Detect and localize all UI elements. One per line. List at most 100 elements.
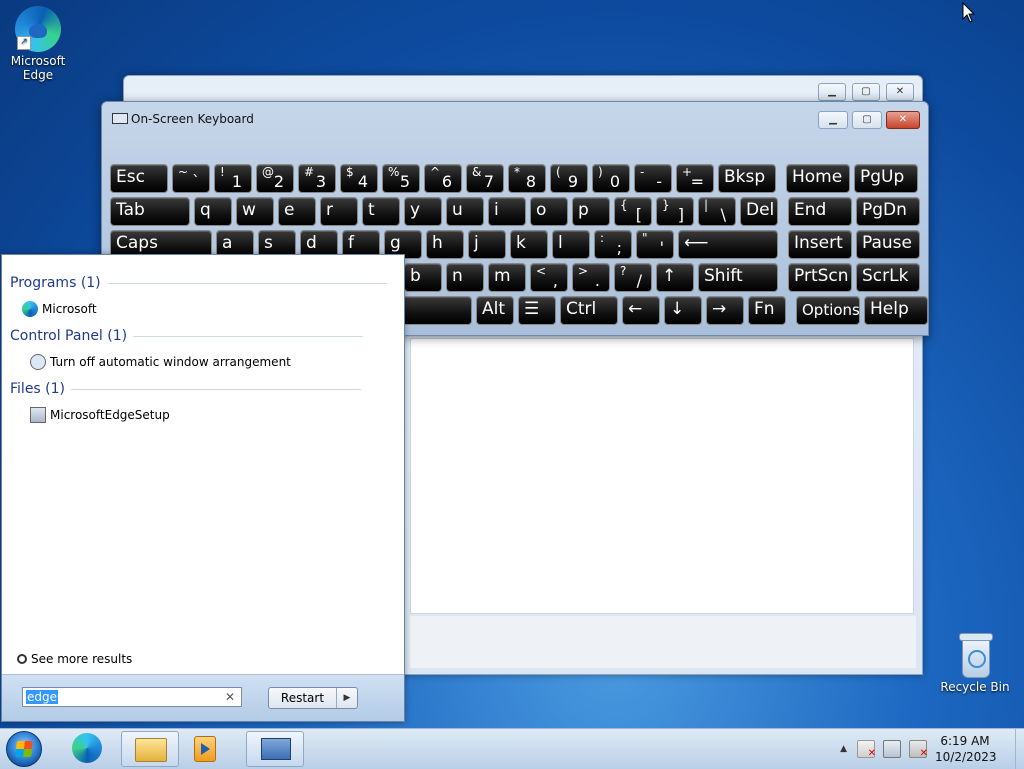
key-symbol[interactable]: :; (594, 230, 632, 259)
key-q[interactable]: q (194, 197, 232, 226)
key-y[interactable]: y (404, 197, 442, 226)
key-symbol[interactable]: {[ (614, 197, 652, 226)
key-end[interactable]: End (788, 197, 852, 226)
key-w[interactable]: w (236, 197, 274, 226)
key-symbol[interactable]: " ' (636, 230, 674, 259)
key-label: - (656, 172, 662, 191)
key-1[interactable]: ! 1 (214, 164, 252, 193)
key-p[interactable]: p (572, 197, 610, 226)
key-pause[interactable]: Pause (856, 230, 920, 259)
close-button[interactable]: ✕ (886, 83, 914, 101)
key-shift-label: # (304, 165, 315, 179)
key-prtscn[interactable]: PrtScn (788, 263, 852, 292)
key-insert[interactable]: Insert (788, 230, 852, 259)
key-u[interactable]: u (446, 197, 484, 226)
key-pgup[interactable]: PgUp (854, 164, 918, 193)
clock[interactable]: 6:19 AM 10/2/2023 (935, 733, 997, 765)
volume-icon[interactable]: ✕ (909, 740, 928, 759)
key-symbol[interactable]: }] (656, 197, 694, 226)
key-b[interactable]: b (404, 263, 442, 292)
network-icon[interactable] (883, 740, 901, 758)
taskbar-edge-icon[interactable] (72, 733, 102, 763)
key-t[interactable]: t (362, 197, 400, 226)
desktop-icon-recycle-bin[interactable]: Recycle Bin (940, 632, 1010, 694)
see-more-results-link[interactable]: See more results (17, 652, 132, 666)
key-k[interactable]: k (510, 230, 548, 259)
key-symbol[interactable]: | \ (698, 197, 736, 226)
key-symbol[interactable]: ↓ (664, 296, 702, 325)
key-6[interactable]: ^ 6 (424, 164, 462, 193)
recycle-bin-icon (958, 632, 993, 678)
key-symbol[interactable]: ☰ (518, 296, 556, 325)
close-button[interactable]: ✕ (886, 111, 920, 129)
key-symbol[interactable]: ⟵ (678, 230, 778, 259)
key-alt[interactable]: Alt (476, 296, 514, 325)
key-symbol[interactable]: ↑ (656, 263, 694, 292)
key-ctrl[interactable]: Ctrl (560, 296, 618, 325)
key-e[interactable]: e (278, 197, 316, 226)
key-shift-label: : (600, 231, 605, 245)
key-symbol[interactable]: ← (622, 296, 660, 325)
key-7[interactable]: & 7 (466, 164, 504, 193)
key-0[interactable]: ) 0 (592, 164, 630, 193)
show-desktop-button[interactable] (1015, 729, 1024, 769)
key-del[interactable]: Del (740, 197, 778, 226)
key-pgdn[interactable]: PgDn (856, 197, 920, 226)
key-n[interactable]: n (446, 263, 484, 292)
key-r[interactable]: r (320, 197, 358, 226)
system-tray: ▲ ✕ ✕ 6:19 AM 10/2/2023 (840, 729, 1024, 769)
key-symbol[interactable]: + = (676, 164, 714, 193)
key-4[interactable]: $4 (340, 164, 378, 193)
title-bar[interactable]: On-Screen Keyboard ▁ ▢ ✕ (102, 102, 928, 132)
maximize-button[interactable]: ▢ (852, 83, 880, 101)
key-2[interactable]: @2 (256, 164, 294, 193)
restart-button[interactable]: Restart ▶ (268, 687, 358, 709)
taskbar-explorer-button[interactable] (121, 731, 179, 767)
key-bksp[interactable]: Bksp (718, 164, 776, 193)
key-esc[interactable]: Esc (110, 164, 168, 193)
maximize-button[interactable]: ▢ (852, 111, 882, 129)
key-home[interactable]: Home (786, 164, 850, 193)
key-5[interactable]: % 5 (382, 164, 420, 193)
key-8[interactable]: * 8 (508, 164, 546, 193)
key-o[interactable]: o (530, 197, 568, 226)
key-h[interactable]: h (426, 230, 464, 259)
key-fn[interactable]: Fn (748, 296, 786, 325)
key-symbol[interactable]: ? / (614, 263, 652, 292)
key-l[interactable]: l (552, 230, 590, 259)
minimize-button[interactable]: ▁ (818, 83, 846, 101)
key-symbol[interactable]: >. (572, 263, 610, 292)
key-options[interactable]: Options (796, 296, 860, 325)
key-tab[interactable]: Tab (110, 197, 190, 226)
start-button[interactable] (6, 731, 42, 767)
key-scrlk[interactable]: ScrLk (856, 263, 920, 292)
key-help[interactable]: Help (864, 296, 928, 325)
key-symbol[interactable]: <, (530, 263, 568, 292)
key-9[interactable]: (9 (550, 164, 588, 193)
search-result-program[interactable]: Microsoft (22, 301, 97, 317)
key-m[interactable]: m (488, 263, 526, 292)
key-i[interactable]: i (488, 197, 526, 226)
key-3[interactable]: #3 (298, 164, 336, 193)
taskbar-media-player-button[interactable] (184, 731, 242, 767)
action-center-icon[interactable]: ✕ (857, 740, 876, 759)
setup-file-icon (30, 407, 46, 423)
search-result-file[interactable]: MicrosoftEdgeSetup (30, 407, 170, 423)
clear-search-icon[interactable]: ✕ (225, 690, 235, 704)
power-options-arrow-icon[interactable]: ▶ (337, 688, 357, 708)
key-symbol[interactable]: → (706, 296, 744, 325)
desktop-icon-microsoft-edge[interactable]: ↗ Microsoft Edge (3, 6, 73, 82)
key-j[interactable]: j (468, 230, 506, 259)
key-label: , (552, 271, 558, 290)
key-label: PgUp (860, 167, 905, 187)
key-shift-label: < (536, 264, 547, 278)
key-shift[interactable]: Shift (698, 263, 778, 292)
taskbar-on-screen-keyboard-button[interactable] (246, 731, 304, 767)
key-symbol[interactable]: -- (634, 164, 672, 193)
show-hidden-icons-icon[interactable]: ▲ (840, 744, 847, 754)
search-result-control-panel[interactable]: Turn off automatic window arrangement (30, 354, 291, 370)
control-panel-icon (30, 354, 46, 370)
minimize-button[interactable]: ▁ (818, 111, 848, 129)
key-symbol[interactable]: ~ ` (172, 164, 210, 193)
search-input[interactable]: edge ✕ (22, 687, 242, 707)
